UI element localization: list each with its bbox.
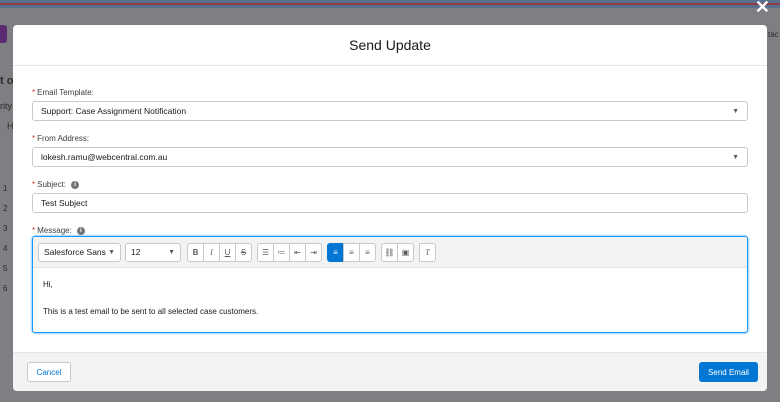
email-template-value: Support: Case Assignment Notification (41, 106, 187, 116)
modal-title: Send Update (349, 37, 431, 53)
background-label: tac (768, 30, 779, 39)
email-template-label: Email Template: (37, 88, 94, 97)
required-marker: * (32, 88, 36, 97)
message-label-row: * Message: i (32, 226, 748, 235)
font-size-value: 12 (131, 247, 141, 257)
image-icon[interactable]: ▣ (397, 242, 414, 262)
clear-formatting-icon[interactable]: T (419, 242, 436, 262)
background-row-number: 2 (3, 204, 8, 213)
clear-format-group: T (419, 242, 436, 262)
align-center-icon[interactable]: ≡ (343, 242, 360, 262)
background-stripe (0, 3, 780, 5)
bold-icon[interactable]: B (187, 242, 204, 262)
font-family-select[interactable]: Salesforce Sans ▼ (38, 242, 121, 262)
required-marker: * (32, 226, 36, 235)
font-family-value: Salesforce Sans (44, 247, 106, 257)
message-line: Hi, (43, 280, 53, 289)
background-row-number: 3 (3, 224, 8, 233)
subject-field: * Subject: i Test Subject (32, 180, 748, 213)
background-row-number: 6 (3, 284, 8, 293)
close-icon[interactable]: ✕ (755, 0, 770, 18)
background-app-icon (0, 25, 7, 43)
align-right-icon[interactable]: ≡ (359, 242, 376, 262)
send-update-modal: Send Update * Email Template: Support: C… (13, 25, 767, 391)
background-label: t o (0, 75, 14, 87)
from-address-label-row: * From Address: (32, 134, 748, 143)
background-row-number: 1 (3, 184, 8, 193)
font-size-select[interactable]: 12 ▼ (125, 242, 181, 262)
bulleted-list-icon[interactable]: ☰ (257, 242, 274, 262)
info-icon[interactable]: i (76, 226, 85, 235)
modal-header: Send Update (13, 25, 767, 66)
background-row-number: 4 (3, 244, 8, 253)
email-template-select[interactable]: Support: Case Assignment Notification ▼ (32, 101, 748, 121)
cancel-button[interactable]: Cancel (27, 362, 71, 382)
outdent-icon[interactable]: ⇤ (289, 242, 306, 262)
dropdown-caret-icon: ▼ (732, 107, 739, 115)
info-icon[interactable]: i (71, 180, 80, 189)
required-marker: * (32, 180, 36, 189)
text-style-group: B I U S (187, 242, 252, 262)
align-group: ≡ ≡ ≡ (327, 242, 376, 262)
message-label: Message: (37, 226, 72, 235)
dropdown-caret-icon: ▼ (168, 248, 175, 256)
from-address-label: From Address: (37, 134, 90, 143)
modal-footer: Cancel Send Email (13, 352, 767, 391)
email-template-label-row: * Email Template: (32, 88, 748, 97)
numbered-list-icon[interactable]: ≔ (273, 242, 290, 262)
from-address-field: * From Address: lokesh.ramu@webcentral.c… (32, 134, 748, 167)
message-editor[interactable]: Salesforce Sans ▼ 12 ▼ B I U S ☰ ≔ ⇤ ⇥ ≡ (32, 236, 748, 333)
email-template-field: * Email Template: Support: Case Assignme… (32, 88, 748, 121)
background-label: rity (0, 101, 12, 111)
dropdown-caret-icon: ▼ (108, 248, 115, 256)
editor-toolbar: Salesforce Sans ▼ 12 ▼ B I U S ☰ ≔ ⇤ ⇥ ≡ (33, 237, 747, 268)
subject-label-row: * Subject: i (32, 180, 748, 189)
subject-input[interactable]: Test Subject (32, 193, 748, 213)
editor-content[interactable]: Hi, This is a test email to be sent to a… (33, 268, 747, 332)
insert-group: ⛓ ▣ (381, 242, 414, 262)
message-line: This is a test email to be sent to all s… (43, 307, 259, 316)
required-marker: * (32, 134, 36, 143)
subject-label: Subject: (37, 180, 67, 189)
underline-icon[interactable]: U (219, 242, 236, 262)
send-email-button[interactable]: Send Email (699, 362, 758, 382)
strikethrough-icon[interactable]: S (235, 242, 252, 262)
italic-icon[interactable]: I (203, 242, 220, 262)
from-address-value: lokesh.ramu@webcentral.com.au (41, 152, 168, 162)
list-group: ☰ ≔ ⇤ ⇥ (257, 242, 322, 262)
link-icon[interactable]: ⛓ (381, 242, 398, 262)
indent-icon[interactable]: ⇥ (305, 242, 322, 262)
subject-value: Test Subject (41, 198, 88, 208)
from-address-select[interactable]: lokesh.ramu@webcentral.com.au ▼ (32, 147, 748, 167)
dropdown-caret-icon: ▼ (732, 153, 739, 161)
background-row-number: 5 (3, 264, 8, 273)
align-left-icon[interactable]: ≡ (327, 242, 344, 262)
